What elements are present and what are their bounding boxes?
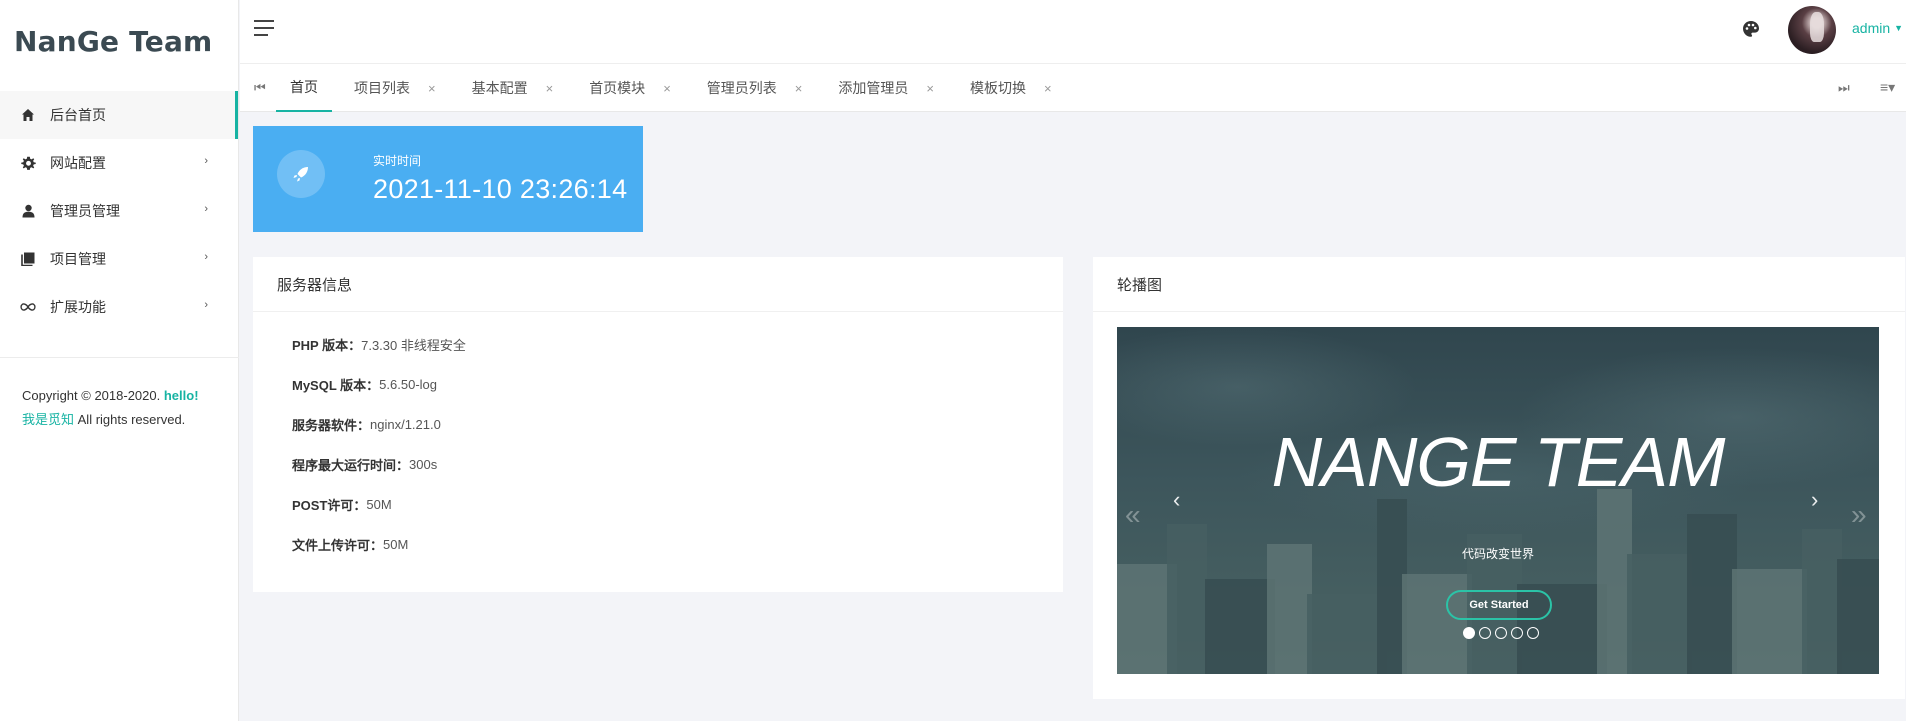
carousel-dot[interactable] [1495, 627, 1507, 639]
palette-icon[interactable] [1742, 20, 1760, 38]
panel-title: 轮播图 [1093, 257, 1905, 312]
carousel-dot[interactable] [1527, 627, 1539, 639]
tab-bar: ⏮ 首页 项目列表 × 基本配置 × 首页模块 × 管理员列表 × 添加管理员 × 模板切… [240, 64, 1906, 112]
next-slide-icon[interactable]: › [1811, 487, 1818, 513]
sidebar-item-label: 扩展功能 [50, 299, 106, 315]
rocket-icon [277, 150, 325, 198]
user-icon [20, 203, 36, 219]
carousel-indicators [1463, 627, 1539, 639]
chevron-right-icon: › [204, 203, 208, 215]
close-icon[interactable]: × [1044, 81, 1052, 96]
author-link[interactable]: 我是觅知 [22, 412, 74, 427]
close-icon[interactable]: × [795, 81, 803, 96]
book-icon [20, 251, 36, 267]
tab-list: 首页 项目列表 × 基本配置 × 首页模块 × 管理员列表 × 添加管理员 × 模板切换 × [276, 64, 1074, 112]
list-item: PHP 版本： 7.3.30 非线程安全 [292, 337, 466, 353]
get-started-button[interactable]: Get Started [1446, 590, 1552, 620]
user-menu[interactable]: admin ▼ [1852, 20, 1903, 36]
tab-home-modules[interactable]: 首页模块 × [575, 64, 685, 112]
prev-slide-icon[interactable]: ‹ [1173, 487, 1180, 513]
sidebar-menu: 后台首页 网站配置 › 管理员管理 › 项目管理 › 扩展功能 › [0, 91, 238, 331]
hello-link[interactable]: hello! [164, 388, 199, 403]
avatar[interactable] [1788, 6, 1836, 54]
chevron-right-icon: › [204, 299, 208, 311]
tabs-scroll-right-icon[interactable]: ⏭ [1838, 80, 1850, 96]
sidebar-item-admin-manage[interactable]: 管理员管理 › [0, 187, 238, 235]
carousel[interactable]: NANGE TEAM 代码改变世界 Get Started ‹ › « » [1117, 327, 1879, 674]
caret-down-icon: ▼ [1894, 23, 1904, 33]
brand-logo[interactable]: NanGe Team [0, 0, 238, 83]
tab-basic-config[interactable]: 基本配置 × [458, 64, 568, 112]
sidebar-item-project-manage[interactable]: 项目管理 › [0, 235, 238, 283]
gear-icon [20, 155, 36, 171]
top-header: admin ▼ [240, 0, 1906, 64]
list-item: 程序最大运行时间： 300s [292, 456, 438, 473]
slide-title: NANGE TEAM [1271, 423, 1726, 501]
clock-label: 实时时间 [373, 154, 422, 168]
sidebar-divider [0, 357, 239, 358]
realtime-clock-card: 实时时间 2021-11-10 23:26:14 [253, 126, 643, 232]
carousel-dot[interactable] [1463, 627, 1475, 639]
list-item: MySQL 版本： 5.6.50-log [292, 376, 437, 393]
panel-title: 服务器信息 [253, 257, 1063, 312]
tabs-options-icon[interactable]: ≡▾ [1880, 79, 1895, 96]
chevron-right-icon: › [204, 251, 208, 263]
tabs-scroll-left-icon[interactable]: ⏮ [254, 80, 266, 96]
sidebar: NanGe Team 后台首页 网站配置 › 管理员管理 › 项目管理 › 扩展… [0, 0, 239, 721]
slide-subtitle: 代码改变世界 [1461, 547, 1534, 561]
home-icon [20, 107, 36, 123]
close-icon[interactable]: × [546, 81, 554, 96]
sidebar-item-extensions[interactable]: 扩展功能 › [0, 283, 238, 331]
copyright: Copyright © 2018-2020. hello! 我是觅知 All r… [22, 388, 199, 427]
sidebar-item-label: 项目管理 [50, 251, 106, 267]
tab-home[interactable]: 首页 [276, 64, 332, 112]
sidebar-item-dashboard[interactable]: 后台首页 [0, 91, 238, 139]
carousel-dot[interactable] [1511, 627, 1523, 639]
close-icon[interactable]: × [428, 81, 436, 96]
prev-arrow-large-icon[interactable]: « [1125, 499, 1141, 531]
tab-add-admin[interactable]: 添加管理员 × [824, 64, 948, 112]
server-info-list: PHP 版本： 7.3.30 非线程安全 MySQL 版本： 5.6.50-log … [253, 312, 1063, 564]
city-skyline-image [1117, 474, 1879, 674]
sidebar-item-label: 管理员管理 [50, 203, 120, 219]
sidebar-item-site-config[interactable]: 网站配置 › [0, 139, 238, 187]
sidebar-item-label: 网站配置 [50, 155, 106, 171]
close-icon[interactable]: × [926, 81, 934, 96]
list-item: 服务器软件： nginx/1.21.0 [292, 416, 441, 433]
list-item: 文件上传许可： 50M [292, 536, 409, 553]
server-info-panel: 服务器信息 PHP 版本： 7.3.30 非线程安全 MySQL 版本： 5.6.5… [253, 257, 1063, 592]
list-item: POST许可： 50M [292, 496, 392, 513]
carousel-dot[interactable] [1479, 627, 1491, 639]
menu-toggle-icon[interactable] [254, 20, 274, 36]
sidebar-item-label: 后台首页 [50, 107, 106, 123]
next-arrow-large-icon[interactable]: » [1851, 499, 1867, 531]
clock-value: 2021-11-10 23:26:14 [373, 174, 628, 204]
tab-admin-list[interactable]: 管理员列表 × [693, 64, 817, 112]
tab-template-switch[interactable]: 模板切换 × [956, 64, 1066, 112]
close-icon[interactable]: × [663, 81, 671, 96]
tab-project-list[interactable]: 项目列表 × [340, 64, 450, 112]
carousel-panel: 轮播图 NANGE TEAM 代码改变世界 Get Started ‹ › « … [1093, 257, 1905, 699]
chevron-right-icon: › [204, 155, 208, 167]
infinity-icon [20, 299, 36, 315]
